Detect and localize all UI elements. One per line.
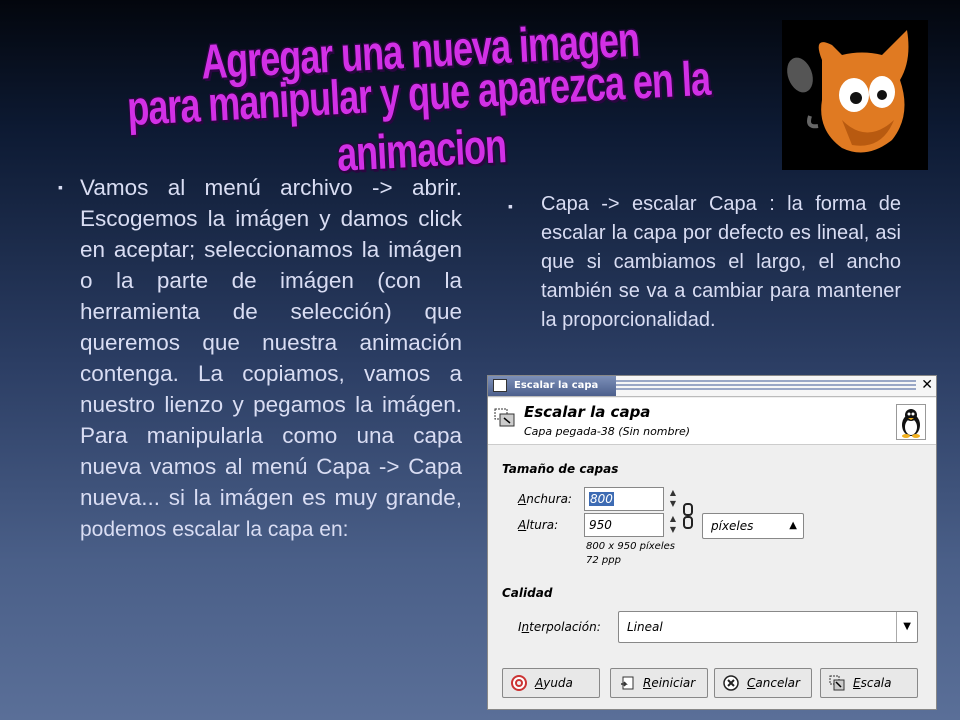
width-stepper-icon[interactable]: ▲ ▼	[668, 487, 678, 511]
reset-button[interactable]: Reiniciar	[610, 668, 708, 698]
dialog-title-tab: Escalar la capa	[488, 376, 616, 396]
info-resolution: 72 ppp	[586, 555, 621, 566]
scale-layer-icon	[494, 408, 515, 427]
close-icon[interactable]: ✕	[921, 377, 933, 393]
width-value: 800	[589, 492, 614, 506]
info-size: 800 x 950 píxeles	[586, 541, 675, 552]
bullet-icon: ▪	[508, 198, 513, 214]
reset-icon	[621, 676, 634, 690]
bullet-icon: ▪	[58, 179, 63, 195]
right-text: Capa -> escalar Capa : la forma de escal…	[541, 193, 901, 331]
width-input[interactable]: 800	[584, 487, 664, 511]
chain-link-icon[interactable]	[682, 502, 694, 530]
height-stepper-icon[interactable]: ▲ ▼	[668, 513, 678, 537]
interpolation-select[interactable]: Lineal ▼	[618, 611, 918, 643]
window-icon	[493, 379, 507, 392]
section-layer-size: Tamaño de capas	[502, 462, 619, 476]
interpolation-value: Lineal	[627, 620, 663, 634]
left-text: Vamos al menú archivo -> abrir. Escogemo…	[80, 175, 462, 510]
width-label: Anchura:	[518, 492, 572, 506]
dialog-header-subtitle: Capa pegada-38 (Sin nombre)	[524, 425, 691, 438]
tux-penguin-icon	[896, 404, 926, 440]
interpolation-label: Interpolación:	[518, 620, 601, 634]
interpolation-dropdown-icon: ▼	[896, 612, 911, 642]
scale-layer-dialog: Escalar la capa ✕ Escalar la capa Capa p…	[487, 375, 937, 710]
dialog-window-title: Escalar la capa	[514, 380, 599, 391]
left-text-tail: podemos escalar la capa en:	[80, 518, 349, 541]
dialog-header: Escalar la capa Capa pegada-38 (Sin nomb…	[488, 398, 936, 445]
dialog-titlebar[interactable]: Escalar la capa ✕	[488, 376, 936, 397]
cancel-x-icon	[723, 675, 739, 691]
height-label: Altura:	[518, 518, 559, 532]
scale-icon	[829, 675, 845, 691]
unit-value: píxeles	[711, 519, 754, 533]
right-paragraph: ▪ Capa -> escalar Capa : la forma de esc…	[508, 190, 901, 335]
unit-select[interactable]: píxeles ▲	[702, 513, 804, 539]
left-paragraph: ▪ Vamos al menú archivo -> abrir. Escoge…	[58, 172, 462, 545]
scale-button[interactable]: Escala	[820, 668, 918, 698]
height-input[interactable]: 950	[584, 513, 664, 537]
cancel-button[interactable]: Cancelar	[714, 668, 812, 698]
gimp-logo-icon	[782, 20, 928, 170]
help-lifebuoy-icon	[511, 675, 527, 691]
help-button[interactable]: Ayuda	[502, 668, 600, 698]
section-quality: Calidad	[502, 586, 553, 600]
dialog-header-title: Escalar la capa	[524, 403, 651, 421]
slide-title: Agregar una nueva imagen para manipular …	[60, 11, 780, 181]
height-value: 950	[589, 518, 612, 532]
unit-chevron-icon: ▲	[789, 520, 797, 531]
titlebar-stripes	[616, 380, 916, 392]
